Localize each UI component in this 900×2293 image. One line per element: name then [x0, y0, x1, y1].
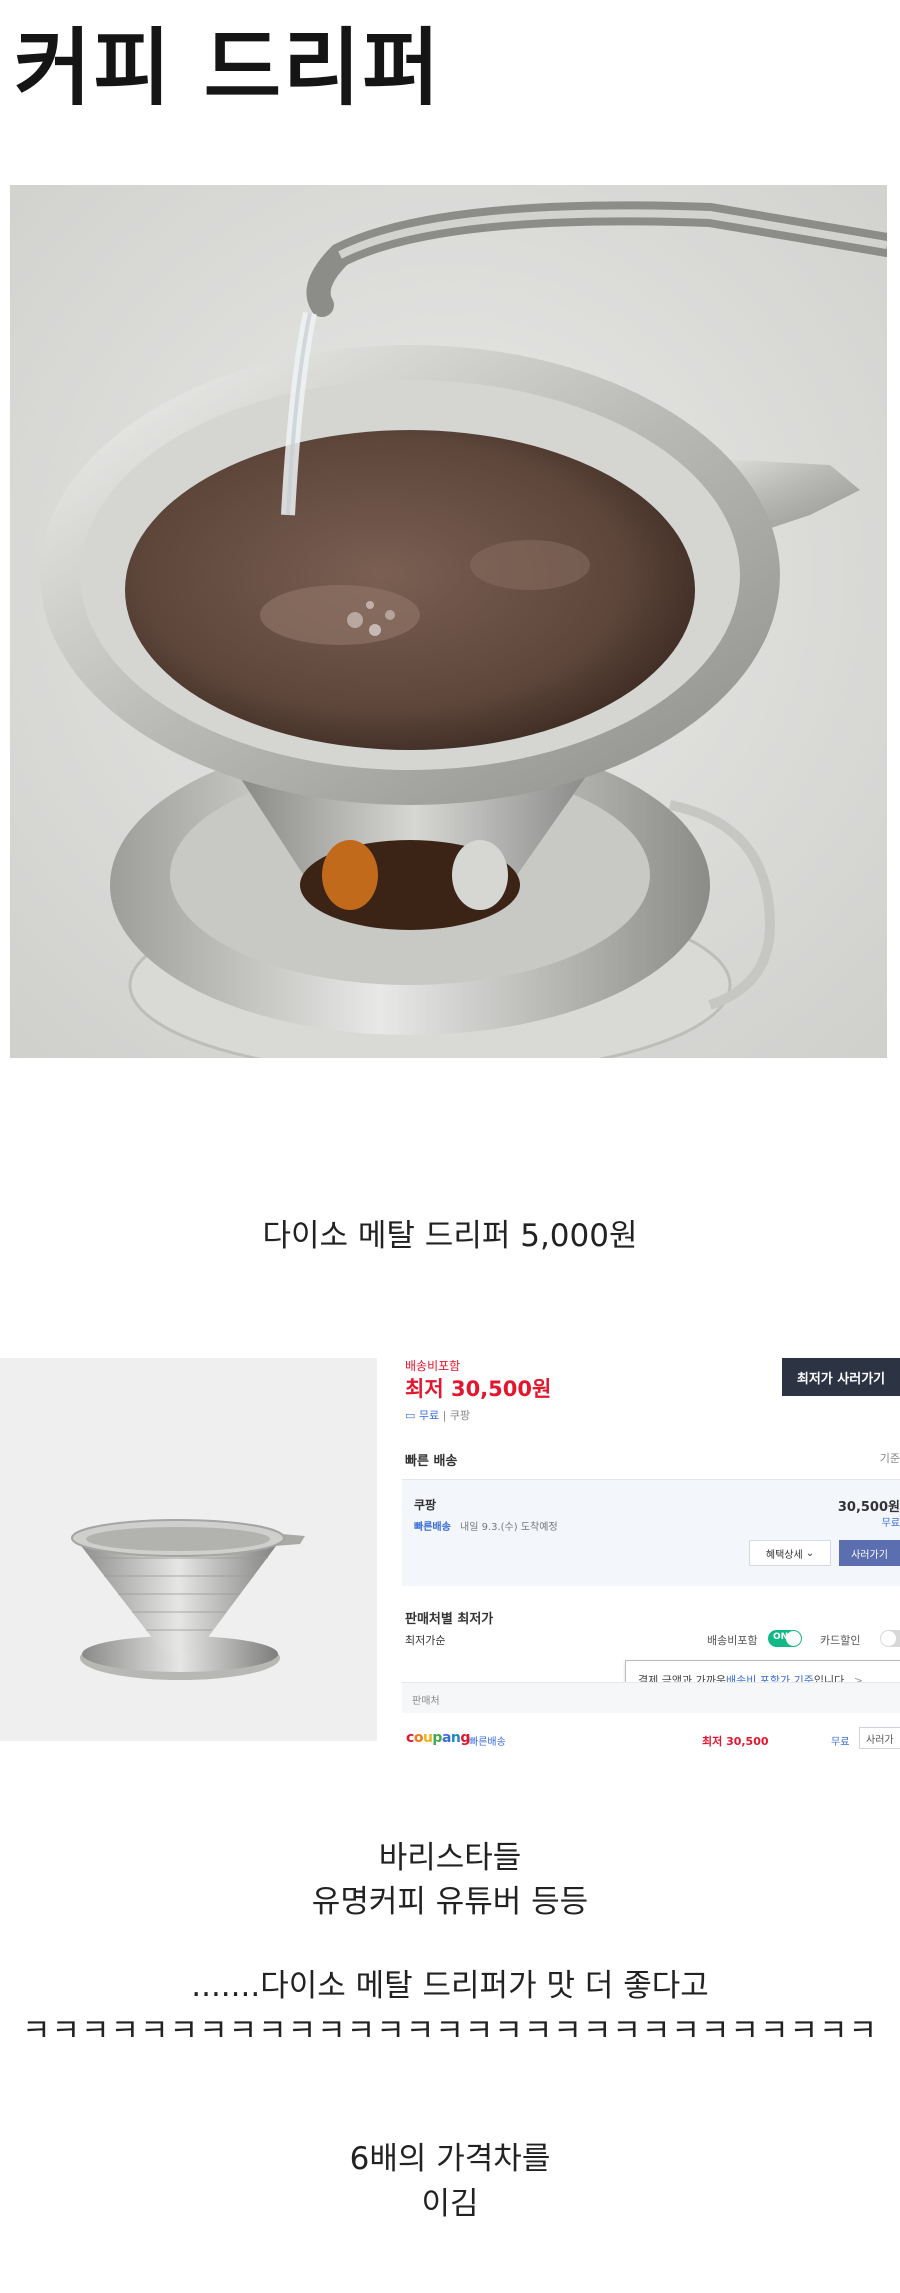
toggle-knob — [881, 1631, 896, 1646]
price-comparison-panel: 배송비포함 최저 30,500원 ▭ 무료 | 쿠팡 최저가 사러가기 빠른 배… — [395, 1352, 900, 1752]
sort-lowest-option[interactable]: 최저가순 — [405, 1632, 445, 1648]
offer-delivery-row: 빠른배송 내일 9.3.(수) 도착예정 — [414, 1518, 558, 1533]
commentary-line-5: 6배의 가격차를 — [349, 2141, 551, 2177]
page-title: 커피 드리퍼 — [14, 19, 442, 117]
commentary-line-4: ㅋㅋㅋㅋㅋㅋㅋㅋㅋㅋㅋㅋㅋㅋㅋㅋㅋㅋㅋㅋㅋㅋㅋㅋㅋㅋㅋㅋㅋ — [21, 2013, 879, 2049]
row-buy-button[interactable]: 사러가 — [859, 1727, 900, 1749]
offer-seller: 쿠팡 — [414, 1498, 437, 1512]
commentary-line-2: 유명커피 유튜버 등등 — [311, 1884, 589, 1920]
delivery-eta: 내일 9.3.(수) 도착예정 — [460, 1522, 558, 1533]
truck-icon: ▭ — [405, 1409, 416, 1422]
shipping-included-label: 배송비포함 — [405, 1359, 461, 1373]
commentary-line-1: 바리스타들 — [378, 1840, 522, 1876]
fast-delivery-heading: 빠른 배송 — [405, 1454, 458, 1469]
row-price: 최저 30,500 — [702, 1735, 769, 1748]
card-discount-label: 카드할인 — [820, 1634, 861, 1647]
shipping-free-row: ▭ 무료 | 쿠팡 — [405, 1407, 470, 1423]
buy-button[interactable]: 사러가기 — [839, 1540, 900, 1566]
commentary-line-6: 이김 — [421, 2186, 479, 2222]
shipping-include-toggle[interactable]: ON — [768, 1630, 802, 1647]
coupang-logo: coupang coupang — [406, 1730, 470, 1746]
shipping-toggle-label: 배송비포함 — [707, 1634, 758, 1647]
seller-name: 쿠팡 — [449, 1409, 471, 1422]
lowest-price: 최저 30,500원 — [405, 1377, 552, 1401]
standard-label: 기준 — [879, 1452, 900, 1465]
benefit-detail-label: 혜택상세 — [765, 1549, 803, 1561]
row-free-shipping: 무료 — [831, 1737, 850, 1748]
benefit-detail-button[interactable]: 혜택상세 ⌄ — [749, 1540, 831, 1566]
seller-table-header: 판매처 — [402, 1682, 900, 1713]
by-seller-heading: 판매처별 최저가 — [405, 1612, 494, 1627]
offer-free-shipping: 무료 — [881, 1518, 900, 1529]
product-thumbnail — [0, 1358, 377, 1741]
row-fast-delivery-badge: 빠른배송 — [469, 1737, 506, 1748]
dripper-photo — [10, 185, 887, 1058]
offer-price: 30,500원 — [837, 1500, 900, 1515]
commentary-line-3: .......다이소 메탈 드리퍼가 맛 더 좋다고 — [191, 1968, 709, 2004]
fast-delivery-offer: 쿠팡 빠른배송 내일 9.3.(수) 도착예정 30,500원 무료 혜택상세 … — [402, 1479, 900, 1586]
card-discount-toggle[interactable] — [880, 1630, 900, 1647]
toggle-knob — [786, 1631, 801, 1646]
chevron-down-icon: ⌄ — [805, 1547, 815, 1559]
seller-column-header: 판매처 — [412, 1696, 440, 1707]
daiso-price-caption: 다이소 메탈 드리퍼 5,000원 — [262, 1218, 638, 1254]
separator: | — [442, 1409, 450, 1422]
free-shipping-label: 무료 — [418, 1409, 440, 1422]
fast-delivery-badge: 빠른배송 — [414, 1522, 451, 1533]
lowest-price-buy-button[interactable]: 최저가 사러가기 — [782, 1358, 900, 1396]
